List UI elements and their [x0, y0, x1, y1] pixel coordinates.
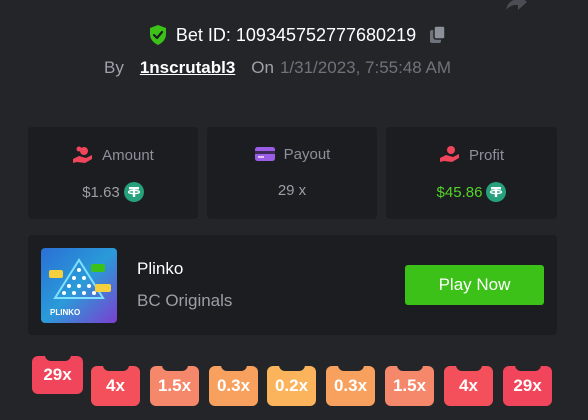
multiplier-label: 0.3x: [333, 376, 368, 395]
game-panel: PLINKO Plinko BC Originals Play Now: [28, 235, 557, 335]
play-now-button[interactable]: Play Now: [405, 265, 544, 305]
profit-title: Profit: [468, 146, 504, 164]
bet-id-row: Bet ID: 109345752777680219: [0, 24, 588, 46]
multiplier-slot: 4x: [444, 365, 493, 406]
multiplier-label: 4x: [106, 376, 125, 395]
payout-title: Payout: [283, 145, 331, 163]
multiplier-label: 1.5x: [392, 376, 427, 395]
game-provider: BC Originals: [137, 291, 233, 310]
copy-icon[interactable]: [428, 25, 448, 45]
multiplier-slot: 1.5x: [150, 365, 199, 406]
tether-coin-icon: [123, 182, 144, 202]
bet-meta-row: By 1nscrutabl3 On 1/31/2023, 7:55:48 AM: [104, 58, 451, 78]
multiplier-slot: 1.5x: [385, 365, 434, 406]
multiplier-slot: 29x: [32, 355, 83, 394]
payout-card-icon: [254, 147, 275, 161]
bet-datetime: 1/31/2023, 7:55:48 AM: [279, 58, 452, 77]
by-label: By: [104, 58, 124, 77]
multiplier-slot: 4x: [91, 365, 140, 406]
amount-title: Amount: [102, 146, 154, 164]
amount-value: $1.63: [82, 183, 120, 201]
payout-card: Payout 29 x: [207, 127, 377, 219]
multiplier-label: 1.5x: [157, 376, 192, 395]
multiplier-label: 0.3x: [216, 376, 251, 395]
share-icon[interactable]: [502, 0, 528, 10]
multiplier-slot: 0.3x: [326, 365, 375, 406]
tether-coin-icon: [486, 182, 507, 202]
amount-card: Amount $1.63: [28, 127, 198, 219]
plinko-thumbnail[interactable]: PLINKO: [41, 248, 117, 323]
bet-id-text: Bet ID: 109345752777680219: [175, 24, 417, 45]
payout-value: 29 x: [277, 182, 307, 199]
multiplier-label: 0.2x: [274, 376, 309, 395]
amount-hand-coins-icon: [73, 146, 93, 163]
profit-card: Profit $45.86: [386, 127, 557, 219]
thumbnail-text: PLINKO: [50, 308, 80, 317]
multiplier-slot: 0.2x: [267, 365, 316, 406]
on-label: On: [251, 58, 274, 77]
multiplier-label: 29x: [513, 376, 542, 395]
verified-shield-icon: [149, 25, 166, 45]
username-link[interactable]: 1nscrutabl3: [140, 58, 235, 78]
game-name[interactable]: Plinko: [137, 259, 183, 279]
multiplier-slot: 0.3x: [209, 365, 258, 406]
multiplier-label: 29x: [43, 365, 72, 384]
multiplier-label: 4x: [459, 376, 478, 395]
profit-value: $45.86: [436, 183, 483, 201]
profit-hand-icon: [439, 146, 459, 162]
multiplier-slot: 29x: [503, 365, 552, 406]
